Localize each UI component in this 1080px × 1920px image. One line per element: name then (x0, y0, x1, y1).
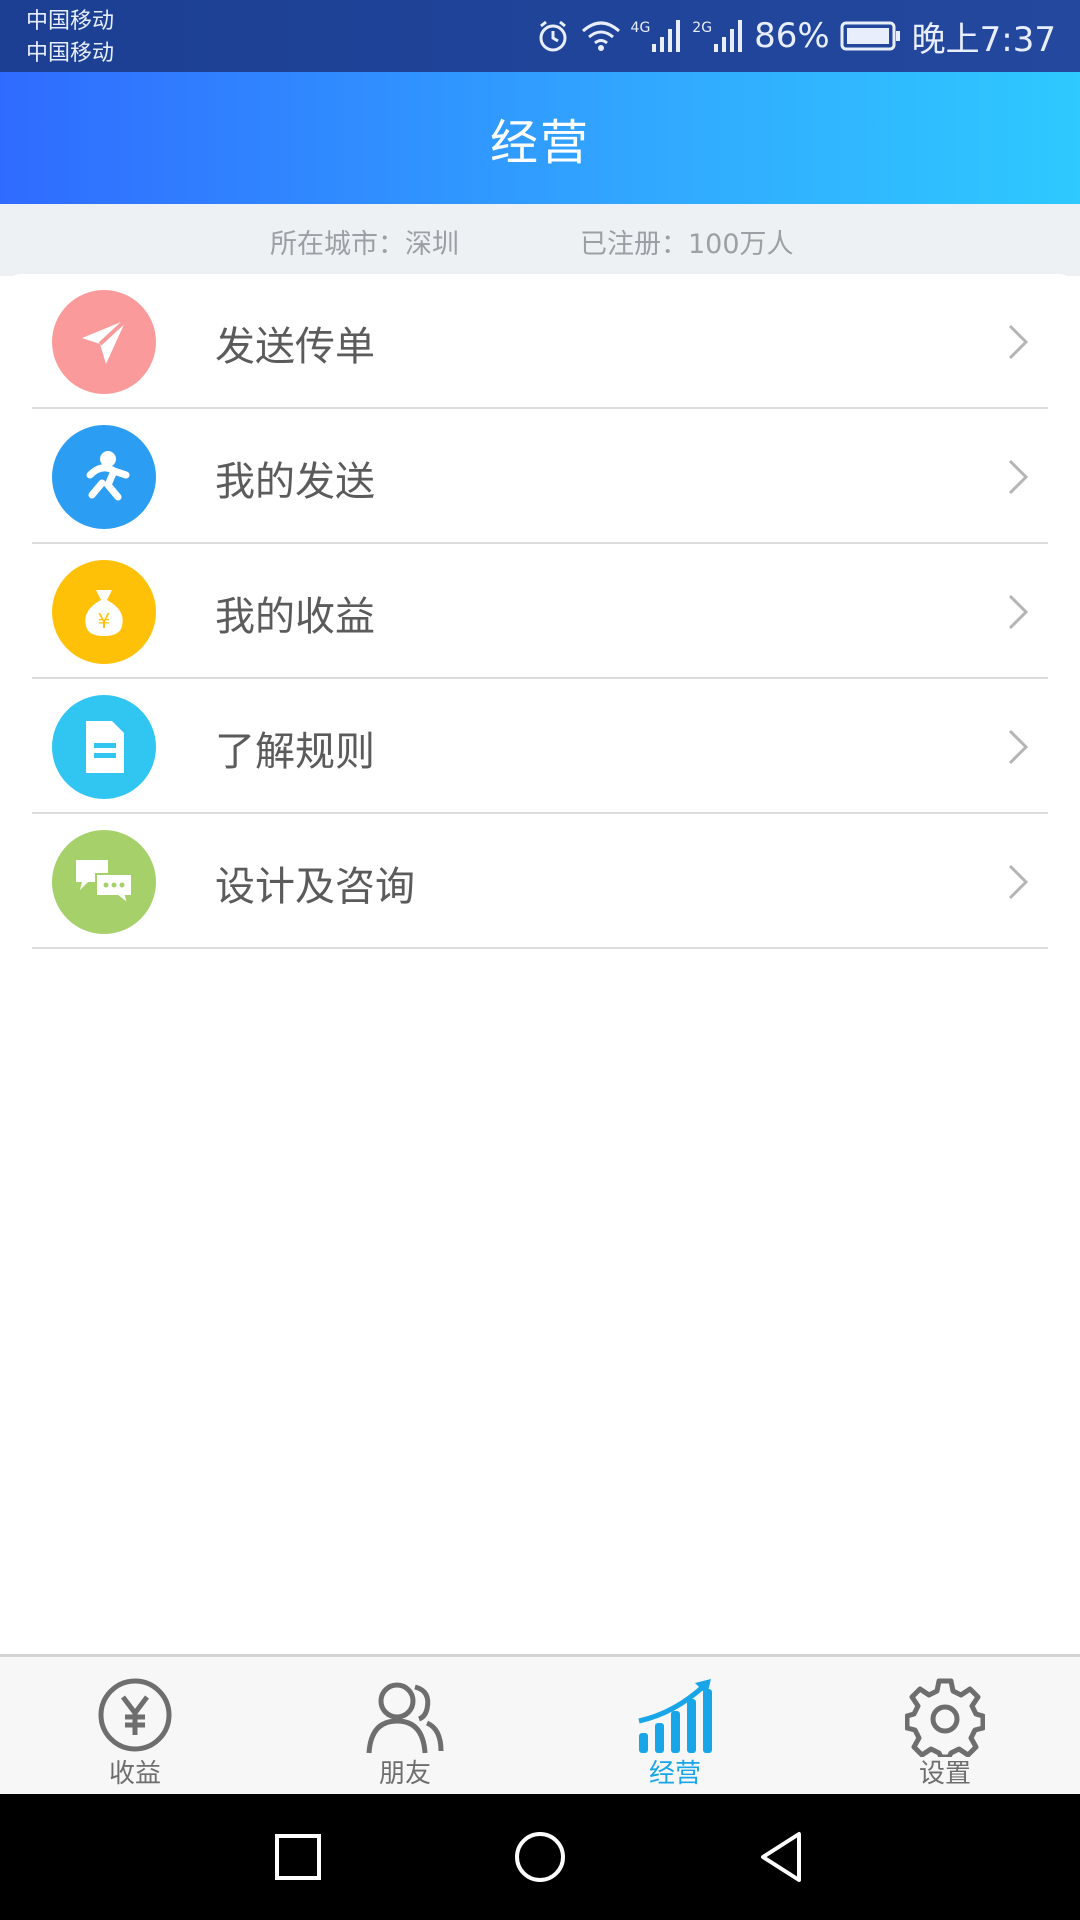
menu-item-label: 了解规则 (215, 729, 375, 775)
square-icon[interactable] (263, 1822, 333, 1892)
bottom-nav: 收益 朋友 经营 设置 (0, 1654, 1080, 1797)
yen-coin-icon (98, 1678, 172, 1752)
menu-item-send-flyer[interactable]: 发送传单 (0, 274, 1080, 409)
menu-item-rules[interactable]: 了解规则 (0, 679, 1080, 814)
gear-icon (905, 1678, 985, 1757)
carrier-line-1: 中国移动 (26, 9, 115, 34)
tab-business[interactable]: 经营 (540, 1657, 810, 1797)
back-triangle-icon[interactable] (747, 1822, 817, 1892)
clock-time: 晚上7:37 (911, 19, 1056, 60)
chevron-right-icon (1008, 324, 1029, 360)
chevron-right-icon (1008, 459, 1029, 495)
status-bar: 中国移动 中国移动 4G 2G 86% 晚上7:37 (0, 0, 1080, 72)
menu-item-design-consulting[interactable]: 设计及咨询 (0, 814, 1080, 949)
tab-label: 收益 (108, 1759, 161, 1789)
document-icon (52, 695, 156, 799)
alarm-icon (535, 18, 571, 54)
app-screen: 中国移动 中国移动 4G 2G 86% 晚上7:37 经营 所在城市：深圳 已注… (0, 0, 1080, 1920)
battery-icon (840, 21, 902, 51)
menu-item-my-sends[interactable]: 我的发送 (0, 409, 1080, 544)
status-icons: 4G 2G 86% 晚上7:37 (535, 12, 1056, 60)
signal-4g-icon: 4G (631, 20, 683, 52)
signal-2g-icon: 2G (692, 20, 744, 52)
money-bag-icon: ¥ (52, 560, 156, 664)
running-person-icon (52, 425, 156, 529)
carrier-info: 中国移动 中国移动 (26, 6, 114, 70)
tab-settings[interactable]: 设置 (810, 1657, 1080, 1797)
menu-item-my-earnings[interactable]: ¥ 我的收益 (0, 544, 1080, 679)
chevron-right-icon (1008, 594, 1029, 630)
chevron-right-icon (1008, 729, 1029, 765)
app-header: 经营 (0, 72, 1080, 204)
chevron-right-icon (1008, 864, 1029, 900)
wifi-icon (581, 19, 621, 53)
divider (32, 947, 1048, 949)
menu-item-label: 发送传单 (215, 324, 375, 370)
tab-friends[interactable]: 朋友 (270, 1657, 540, 1797)
page-title: 经营 (489, 115, 590, 171)
city-info: 所在城市：深圳 (270, 229, 459, 260)
chat-bubbles-icon (52, 830, 156, 934)
carrier-line-2: 中国移动 (26, 41, 115, 66)
tab-label: 经营 (648, 1759, 701, 1789)
info-band: 所在城市：深圳 已注册：100万人 (0, 204, 1080, 276)
paper-plane-icon (52, 290, 156, 394)
tab-earnings[interactable]: 收益 (0, 1657, 270, 1797)
menu-item-label: 我的收益 (215, 594, 375, 640)
battery-percent: 86% (754, 16, 830, 56)
friends-icon (366, 1682, 444, 1754)
svg-text:¥: ¥ (98, 609, 111, 633)
growth-chart-icon (638, 1679, 712, 1753)
system-navigation-bar (0, 1794, 1080, 1920)
circle-icon[interactable] (505, 1822, 575, 1892)
tab-label: 设置 (918, 1759, 971, 1789)
menu-item-label: 我的发送 (215, 459, 375, 505)
menu-item-label: 设计及咨询 (215, 864, 415, 910)
tab-label: 朋友 (378, 1759, 431, 1789)
menu-list: 发送传单 我的发送 ¥ 我的收益 了解规则 设计及咨询 (0, 274, 1080, 1654)
registered-count: 已注册：100万人 (580, 229, 794, 260)
